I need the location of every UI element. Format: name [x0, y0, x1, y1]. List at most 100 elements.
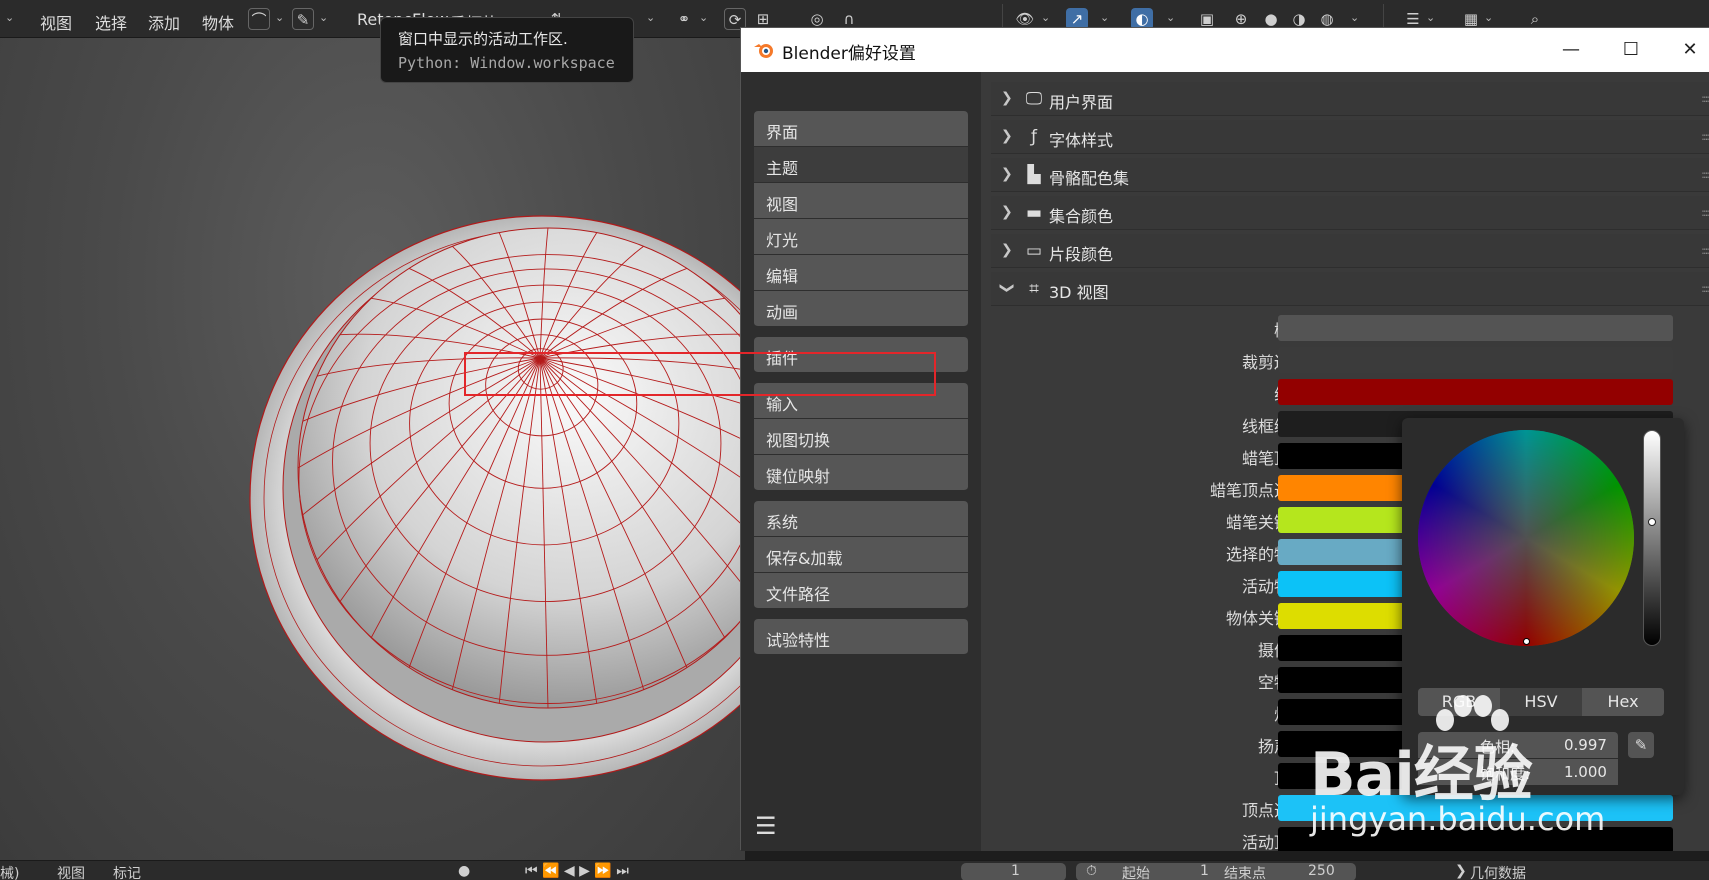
chevron-down-icon[interactable]: ⌄	[646, 11, 655, 24]
current-frame-field[interactable]: 1	[961, 863, 1066, 880]
mode-tab-hex[interactable]: Hex	[1582, 688, 1664, 716]
chevron-down-icon[interactable]: ⌄	[5, 11, 14, 24]
drag-grip-icon[interactable]: ::::	[1701, 130, 1709, 143]
close-button[interactable]: ✕	[1676, 36, 1704, 64]
preferences-window: Blender偏好设置 — ☐ ✕ 界面 主题 视图 灯光 编辑 动画 插件 输…	[740, 27, 1709, 851]
curve-icon[interactable]: ⌒	[248, 8, 270, 30]
nav-experimental[interactable]: 试验特性	[754, 619, 968, 655]
drag-grip-icon[interactable]: ::::	[1701, 92, 1709, 105]
chevron-right-icon[interactable]: ❯	[1001, 90, 1013, 106]
brush-icon[interactable]: ✎	[292, 8, 314, 30]
record-icon[interactable]: ●	[458, 863, 470, 879]
nav-editing[interactable]: 编辑	[754, 255, 968, 291]
drag-grip-icon[interactable]: ::::	[1701, 168, 1709, 181]
chevron-down-icon[interactable]: ⌄	[1166, 11, 1175, 24]
end-value: 250	[1308, 863, 1335, 879]
menu-view[interactable]: 视图	[40, 10, 72, 34]
saturation-value: 1.000	[1564, 763, 1607, 781]
panel-collection-colors[interactable]: ❯ ▬ 集合颜色 ::::	[991, 196, 1709, 230]
panel-label: 3D 视图	[1049, 283, 1109, 302]
chevron-down-icon[interactable]: ⌄	[1350, 11, 1359, 24]
chevron-down-icon[interactable]: ⌄	[1100, 11, 1109, 24]
nav-themes[interactable]: 主题	[754, 147, 968, 183]
prefs-sidebar: 界面 主题 视图 灯光 编辑 动画 插件 输入 视图切换 键位映射 系统 保存&…	[741, 72, 981, 851]
color-picker-popup: RGB HSV Hex 色相: 0.997 饱和度: 1.000 ✎	[1402, 418, 1684, 795]
wheel-cursor[interactable]	[1523, 638, 1530, 645]
chevron-right-icon[interactable]: ❯	[1001, 204, 1013, 220]
hue-field[interactable]: 色相: 0.997	[1418, 732, 1618, 758]
mode-tab-hsv[interactable]: HSV	[1500, 688, 1582, 716]
chevron-right-icon[interactable]: ❯	[1455, 863, 1467, 879]
drag-grip-icon[interactable]: ::::	[1701, 244, 1709, 257]
nav-keymap[interactable]: 键位映射	[754, 455, 968, 491]
minimize-button[interactable]: —	[1557, 36, 1585, 64]
nav-navigation[interactable]: 视图切换	[754, 419, 968, 455]
chevron-down-icon[interactable]: ⌄	[1041, 11, 1050, 24]
playback-controls[interactable]: ⏮ ⏪ ◀ ▶ ⏩ ⏭	[525, 863, 629, 879]
prop-row: 裁剪边框	[991, 344, 1709, 376]
color-swatch[interactable]	[1278, 315, 1673, 341]
3d-viewport[interactable]	[0, 38, 745, 860]
panel-bone-color-sets[interactable]: ❯ ▙ 骨骼配色集 ::::	[991, 158, 1709, 192]
nav-file-paths[interactable]: 文件路径	[754, 573, 968, 609]
chevron-down-icon[interactable]: ⌄	[275, 11, 284, 24]
chevron-right-icon[interactable]: ❯	[1001, 128, 1013, 144]
panel-strip-colors[interactable]: ❯ ▭ 片段颜色 ::::	[991, 234, 1709, 268]
panel-label: 用户界面	[1049, 93, 1114, 112]
nav-interface[interactable]: 界面	[754, 111, 968, 147]
wireframe-sphere-mesh	[249, 215, 745, 781]
chevron-down-icon[interactable]: ⌄	[699, 11, 708, 24]
link-icon[interactable]: ⚭	[673, 8, 695, 30]
panel-label: 集合颜色	[1049, 207, 1114, 226]
menu-object[interactable]: 物体	[202, 10, 234, 34]
nav-animation[interactable]: 动画	[754, 291, 968, 327]
hamburger-menu-icon[interactable]: ☰	[755, 812, 783, 840]
view3d-icon: ⌗	[1029, 279, 1039, 299]
eyedropper-icon[interactable]: ✎	[1628, 732, 1654, 758]
color-swatch[interactable]	[1278, 827, 1673, 851]
panel-user-interface[interactable]: ❯ 🖵 用户界面 ::::	[991, 82, 1709, 116]
color-swatch[interactable]	[1278, 379, 1673, 405]
color-swatch[interactable]	[1278, 795, 1673, 821]
nav-lights[interactable]: 灯光	[754, 219, 968, 255]
nav-input[interactable]: 输入	[754, 383, 968, 419]
timeline-menu-marker[interactable]: 标记	[113, 863, 141, 880]
maximize-button[interactable]: ☐	[1617, 36, 1645, 64]
start-value: 1	[1200, 863, 1209, 879]
chevron-down-icon[interactable]: ⌄	[319, 11, 328, 24]
frame-range-field[interactable]: ⏱ 起始 1 结束点 250	[1076, 863, 1356, 880]
menu-select[interactable]: 选择	[95, 10, 127, 34]
drag-grip-icon[interactable]: ::::	[1701, 282, 1709, 295]
menu-add[interactable]: 添加	[148, 10, 180, 34]
hsv-color-wheel[interactable]	[1418, 430, 1634, 646]
nav-addons[interactable]: 插件	[754, 337, 968, 373]
timeline-mode-partial[interactable]: 械)	[0, 863, 19, 880]
panel-font-styles[interactable]: ❯ ƒ 字体样式 ::::	[991, 120, 1709, 154]
nav-system[interactable]: 系统	[754, 501, 968, 537]
panel-3d-viewport[interactable]: ❯ ⌗ 3D 视图 ::::	[991, 272, 1709, 306]
bone-color-icon: ▙	[1027, 165, 1041, 185]
saturation-field[interactable]: 饱和度: 1.000	[1418, 759, 1618, 785]
value-slider[interactable]	[1643, 430, 1661, 646]
mode-tab-rgb[interactable]: RGB	[1418, 688, 1500, 716]
chevron-down-icon[interactable]: ⌄	[1484, 11, 1493, 24]
timeline-menu-view[interactable]: 视图	[57, 863, 85, 880]
nav-save-load[interactable]: 保存&加载	[754, 537, 968, 573]
drag-grip-icon[interactable]: ::::	[1701, 206, 1709, 219]
chevron-right-icon[interactable]: ❯	[1001, 242, 1013, 258]
chevron-right-icon[interactable]: ❯	[1001, 166, 1013, 182]
font-icon: ƒ	[1031, 127, 1037, 147]
nav-viewport[interactable]: 视图	[754, 183, 968, 219]
panel-label: 片段颜色	[1049, 245, 1114, 264]
window-titlebar[interactable]: Blender偏好设置 — ☐ ✕	[741, 28, 1709, 72]
chevron-down-icon[interactable]: ⌄	[1426, 11, 1435, 24]
value-slider-knob[interactable]	[1648, 518, 1656, 526]
color-swatch[interactable]	[1278, 347, 1673, 373]
geometry-data-panel[interactable]: 几何数据	[1470, 863, 1526, 880]
prop-row: 活动顶点	[991, 824, 1709, 851]
current-frame-value: 1	[1011, 863, 1020, 879]
blender-logo-icon	[754, 44, 773, 58]
hue-label: 色相:	[1480, 738, 1516, 756]
chevron-down-icon[interactable]: ❯	[999, 282, 1015, 294]
collection-icon: ▬	[1025, 203, 1043, 223]
